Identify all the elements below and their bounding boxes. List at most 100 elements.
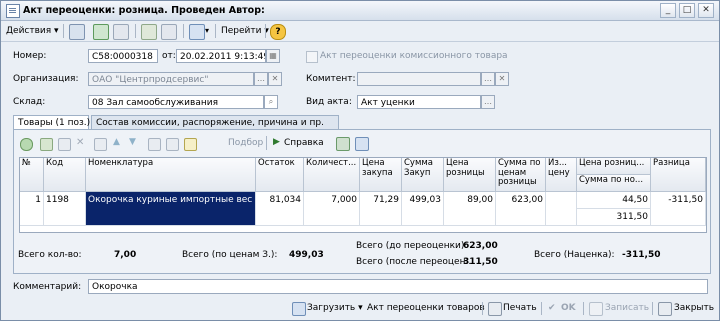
total-before-label: Всего (до переоценки): (356, 241, 468, 251)
total-qty-label: Всего кол-во: (18, 250, 82, 260)
cell-new-sum[interactable]: 311,50 (577, 209, 651, 226)
based-on-icon[interactable] (141, 24, 157, 40)
col-header-change[interactable]: Из... цену (546, 158, 577, 192)
number-label: Номер: (13, 51, 47, 61)
structure-icon[interactable] (161, 24, 177, 40)
select-button[interactable]: Подбор (228, 138, 263, 148)
save-doc-icon[interactable] (69, 24, 85, 40)
cell-remainder[interactable]: 81,034 (256, 192, 304, 226)
printer-icon[interactable] (488, 302, 502, 316)
warehouse-search-icon[interactable]: ⌕ (264, 95, 278, 109)
load-button[interactable]: Загрузить ▾ (307, 301, 363, 316)
comment-label: Комментарий: (13, 282, 82, 292)
organization-field[interactable]: ОАО "Центрпродсервис" (88, 72, 254, 86)
end-edit-icon[interactable] (94, 138, 107, 151)
col-header-new-sum[interactable]: Сумма по но... (577, 175, 651, 192)
act-type-field[interactable]: Акт уценки (357, 95, 481, 109)
date-label: от: (162, 51, 176, 61)
table-settings-icon[interactable] (336, 137, 350, 151)
total-purchase-label: Всего (по ценам З.): (182, 250, 278, 260)
col-header-purchase-price[interactable]: Цена закупа (360, 158, 402, 192)
cell-name[interactable]: Окорочка куриные импортные вес (86, 192, 256, 226)
total-qty-value: 7,00 (114, 250, 137, 260)
cell-retail-price[interactable]: 89,00 (444, 192, 496, 226)
separator (266, 136, 267, 150)
tab-commission[interactable]: Состав комиссии, распоряжение, причина и… (91, 115, 339, 129)
cell-change[interactable] (546, 192, 577, 226)
ok-button[interactable]: OK (561, 301, 576, 316)
cell-code[interactable]: 1198 (44, 192, 86, 226)
movement-dropdown-icon[interactable]: ▾ (205, 24, 209, 38)
act-type-select-icon[interactable]: … (481, 95, 495, 109)
commission-checkbox[interactable] (306, 51, 318, 63)
cell-qty[interactable]: 7,000 (304, 192, 360, 226)
sort-desc-icon[interactable] (166, 138, 179, 151)
save-icon[interactable] (589, 302, 603, 316)
cell-num[interactable]: 1 (20, 192, 44, 226)
play-icon[interactable]: ▶ (273, 137, 280, 147)
move-down-icon[interactable]: ▼ (129, 137, 136, 147)
comment-field[interactable]: Окорочка (88, 279, 708, 294)
help-button[interactable]: Справка (284, 138, 324, 148)
total-purchase-value: 499,03 (289, 250, 324, 260)
post-icon[interactable] (93, 24, 109, 40)
copy-icon[interactable] (113, 24, 129, 40)
warehouse-label: Склад: (13, 97, 46, 107)
ok-icon[interactable]: ✔ (548, 301, 556, 316)
close-doc-icon[interactable] (658, 302, 672, 316)
delete-row-icon[interactable]: ✕ (76, 137, 84, 148)
goto-menu[interactable]: Перейти ▾ (221, 24, 269, 38)
contractor-select-icon[interactable]: … (481, 72, 495, 86)
tab-goods[interactable]: Товары (1 поз.) (13, 115, 90, 129)
calendar-icon[interactable]: ▦ (266, 49, 280, 63)
col-header-qty[interactable]: Количест... (304, 158, 360, 192)
separator (215, 24, 216, 38)
load-icon[interactable] (292, 302, 306, 316)
col-header-remainder[interactable]: Остаток (256, 158, 304, 192)
organization-select-icon[interactable]: … (254, 72, 268, 86)
col-header-purchase-sum[interactable]: Сумма Закуп (402, 158, 444, 192)
warehouse-field[interactable]: 08 Зал самообслуживания (88, 95, 264, 109)
refresh-icon[interactable] (355, 137, 369, 151)
cell-purchase-price[interactable]: 71,29 (360, 192, 402, 226)
cell-diff[interactable]: -311,50 (651, 192, 706, 226)
col-header-retail-sum[interactable]: Сумма по ценам розницы (496, 158, 546, 192)
separator (583, 302, 584, 315)
col-header-num[interactable]: № (20, 158, 44, 192)
close-button[interactable]: Закрыть (674, 301, 714, 316)
col-header-diff[interactable]: Разница (651, 158, 706, 192)
total-after-value: 311,50 (463, 257, 498, 267)
act-print-form-button[interactable]: Акт переоценки товаров (367, 301, 485, 316)
actions-menu[interactable]: Действия ▾ (6, 24, 59, 38)
contractor-field[interactable] (357, 72, 481, 86)
organization-clear-icon[interactable]: ✕ (268, 72, 282, 86)
separator (652, 302, 653, 315)
close-icon[interactable]: ✕ (698, 3, 714, 18)
save-button[interactable]: Записать (605, 301, 649, 316)
movement-icon[interactable] (189, 24, 205, 40)
col-header-new-price[interactable]: Цена розниц... (577, 158, 651, 175)
maximize-icon[interactable]: □ (679, 3, 695, 18)
col-header-code[interactable]: Код (44, 158, 86, 192)
sort-asc-icon[interactable] (148, 138, 161, 151)
barcode-icon[interactable] (184, 138, 197, 151)
goto-label: Перейти (221, 26, 262, 36)
cell-new-price[interactable]: 44,50 (577, 192, 651, 209)
edit-row-icon[interactable] (58, 138, 71, 151)
help-icon[interactable]: ? (270, 24, 286, 40)
col-header-name[interactable]: Номенклатура (86, 158, 256, 192)
goods-table[interactable]: № Код Номенклатура Остаток Количест... Ц… (19, 157, 707, 233)
minimize-icon[interactable]: _ (660, 3, 676, 18)
cell-retail-sum[interactable]: 623,00 (496, 192, 546, 226)
total-markup-value: -311,50 (622, 250, 661, 260)
contractor-clear-icon[interactable]: ✕ (495, 72, 509, 86)
col-header-retail-price[interactable]: Цена розницы (444, 158, 496, 192)
number-field[interactable]: С58:0000318 (88, 49, 158, 63)
copy-row-icon[interactable] (40, 138, 53, 151)
move-up-icon[interactable]: ▲ (113, 137, 120, 147)
add-row-icon[interactable] (20, 138, 33, 151)
print-button[interactable]: Печать (503, 301, 537, 316)
cell-purchase-sum[interactable]: 499,03 (402, 192, 444, 226)
separator (265, 24, 266, 38)
date-field[interactable]: 20.02.2011 9:13:49 (176, 49, 266, 63)
